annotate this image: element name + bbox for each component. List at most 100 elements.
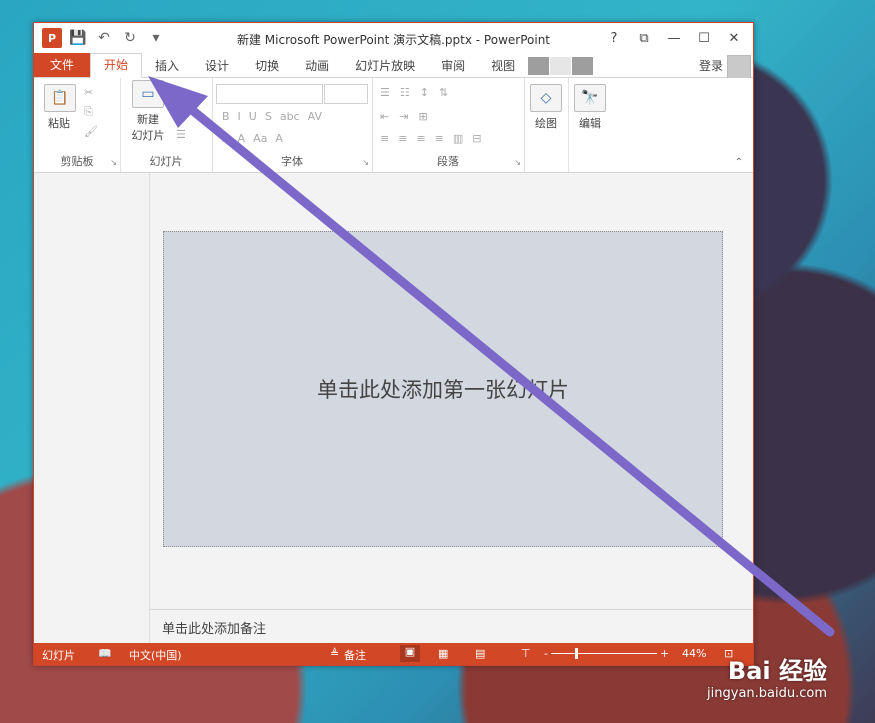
tab-transitions[interactable]: 切换 (242, 55, 292, 77)
font-launcher-icon[interactable]: ↘ (362, 158, 369, 167)
paragraph-row-2: ⇤ ⇥ ⊞ (380, 110, 428, 123)
status-bar: 幻灯片 📖 中文(中国) ≜ 备注 ▣ ▦ ▤ ⊤ - + 44% ⊡ (34, 643, 753, 665)
align-left-icon[interactable]: ≡ (380, 132, 389, 145)
cut-icon[interactable]: ✂ (84, 86, 98, 99)
zoom-slider[interactable] (551, 653, 657, 654)
format-painter-icon[interactable]: 🖌 (84, 125, 98, 138)
spellcheck-icon[interactable]: 📖 (98, 647, 112, 660)
zoom-in-button[interactable]: + (660, 647, 669, 660)
close-button[interactable]: ✕ (721, 27, 747, 49)
new-slide-label-2: 幻灯片 (131, 129, 165, 142)
paragraph-row-1: ☰ ☷ ↕ ⇅ (380, 86, 448, 99)
paragraph-row-3: ≡ ≡ ≡ ≡ ▥ ⊟ (380, 132, 482, 145)
reset-icon[interactable]: ↺ (176, 107, 186, 120)
paste-label: 粘贴 (48, 117, 70, 130)
drawing-label: 绘图 (535, 117, 557, 130)
tab-review[interactable]: 审阅 (428, 55, 478, 77)
font-size-combo[interactable] (324, 84, 368, 104)
shrink-font-icon[interactable]: A (238, 132, 246, 145)
maximize-button[interactable]: ☐ (691, 27, 717, 49)
columns-icon[interactable]: ▥ (453, 132, 463, 145)
watermark-url: jingyan.baidu.com (707, 686, 827, 701)
bold-icon[interactable]: B (222, 110, 230, 123)
notes-placeholder: 单击此处添加备注 (162, 622, 267, 637)
redacted-tab (572, 57, 594, 75)
group-editing: 🔭 编辑 (568, 78, 612, 172)
editing-label: 编辑 (579, 117, 601, 130)
group-font: B I U S abc AV A A Aa A 字体 ↘ (212, 78, 373, 172)
slideshow-icon[interactable]: ⊤ (521, 647, 531, 660)
zoom-level[interactable]: 44% (682, 647, 706, 660)
italic-icon[interactable]: I (238, 110, 241, 123)
language-label[interactable]: 中文(中国) (129, 647, 182, 663)
justify-icon[interactable]: ≡ (435, 132, 444, 145)
normal-view-icon[interactable]: ▣ (400, 645, 420, 662)
new-slide-label-1: 新建 (137, 113, 159, 126)
section-icon[interactable]: ☰ (176, 128, 186, 141)
shapes-icon: ◇ (530, 84, 562, 112)
group-label-font: 字体 (281, 155, 303, 168)
align-right-icon[interactable]: ≡ (416, 132, 425, 145)
slide-placeholder[interactable]: 单击此处添加第一张幻灯片 (163, 231, 723, 547)
slide-thumbnails-pane[interactable] (34, 173, 150, 643)
paragraph-launcher-icon[interactable]: ↘ (514, 158, 521, 167)
shadow-icon[interactable]: S (265, 110, 272, 123)
group-paragraph: ☰ ☷ ↕ ⇅ ⇤ ⇥ ⊞ ≡ ≡ ≡ ≡ ▥ ⊟ 段落 ↘ (372, 78, 525, 172)
slide-count-label: 幻灯片 (42, 649, 75, 662)
decrease-indent-icon[interactable]: ⇤ (380, 110, 389, 123)
avatar[interactable] (727, 55, 751, 79)
ribbon-tabs: 文件 开始 插入 设计 切换 动画 幻灯片放映 审阅 视图 登录 (34, 53, 753, 79)
reading-view-icon[interactable]: ▤ (475, 647, 485, 660)
tab-home[interactable]: 开始 (90, 53, 143, 78)
zoom-slider-thumb[interactable] (575, 648, 578, 659)
editing-button[interactable]: 🔭 编辑 (574, 84, 606, 131)
title-bar: P 💾 ↶ ↻ ▾ 新建 Microsoft PowerPoint 演示文稿.p… (34, 23, 753, 53)
slide-placeholder-text: 单击此处添加第一张幻灯片 (317, 378, 569, 402)
change-case-icon[interactable]: Aa (253, 132, 267, 145)
redacted-tab (550, 57, 572, 75)
minimize-button[interactable]: — (661, 27, 687, 49)
group-label-paragraph: 段落 (437, 155, 459, 168)
notes-toggle-button[interactable]: 备注 (344, 647, 366, 663)
tab-slideshow[interactable]: 幻灯片放映 (342, 55, 428, 77)
bullets-icon[interactable]: ☰ (380, 86, 390, 99)
smartart-icon[interactable]: ⊟ (472, 132, 481, 145)
sign-in-link[interactable]: 登录 (699, 57, 723, 74)
tab-insert[interactable]: 插入 (142, 55, 192, 77)
layout-icon[interactable]: ▤ (176, 86, 186, 99)
tab-file[interactable]: 文件 (34, 53, 91, 77)
tab-animations[interactable]: 动画 (292, 55, 342, 77)
grow-font-icon[interactable]: A (222, 132, 230, 145)
drawing-button[interactable]: ◇ 绘图 (530, 84, 562, 131)
underline-icon[interactable]: U (249, 110, 257, 123)
notes-toggle-icon[interactable]: ≜ (330, 647, 339, 660)
group-clipboard: 📋 粘贴 ✂ ⎘ 🖌 剪贴板 ↘ (34, 78, 121, 172)
collapse-ribbon-icon[interactable]: ⌃ (735, 157, 743, 168)
tab-design[interactable]: 设计 (192, 55, 242, 77)
zoom-out-button[interactable]: - (544, 647, 548, 660)
slide-sorter-icon[interactable]: ▦ (438, 647, 448, 660)
align-center-icon[interactable]: ≡ (398, 132, 407, 145)
ribbon-display-button[interactable]: ⧉ (631, 27, 657, 49)
notes-pane[interactable]: 单击此处添加备注 (150, 609, 753, 643)
help-button[interactable]: ? (601, 27, 627, 49)
font-size-row: A A Aa A (222, 132, 283, 145)
strikethrough-icon[interactable]: abc (280, 110, 300, 123)
group-slides: ▭ 新建 幻灯片 ▤ ↺ ☰ 幻灯片 (120, 78, 213, 172)
char-spacing-icon[interactable]: AV (308, 110, 322, 123)
increase-indent-icon[interactable]: ⇥ (399, 110, 408, 123)
font-format-row: B I U S abc AV (222, 110, 322, 123)
slide-editor: 单击此处添加第一张幻灯片 (150, 173, 753, 609)
new-slide-button[interactable]: ▭ 新建 幻灯片 (126, 80, 170, 143)
font-name-combo[interactable] (216, 84, 323, 104)
clear-formatting-icon[interactable]: A (275, 132, 283, 145)
line-spacing-icon[interactable]: ↕ (420, 86, 429, 99)
paste-button[interactable]: 📋 粘贴 (44, 84, 76, 131)
text-direction-icon[interactable]: ⇅ (439, 86, 448, 99)
copy-icon[interactable]: ⎘ (84, 105, 98, 119)
clipboard-launcher-icon[interactable]: ↘ (110, 158, 117, 167)
numbering-icon[interactable]: ☷ (400, 86, 410, 99)
window-controls: ? ⧉ — ☐ ✕ (601, 27, 747, 49)
align-text-icon[interactable]: ⊞ (418, 110, 427, 123)
tab-view[interactable]: 视图 (478, 55, 528, 77)
